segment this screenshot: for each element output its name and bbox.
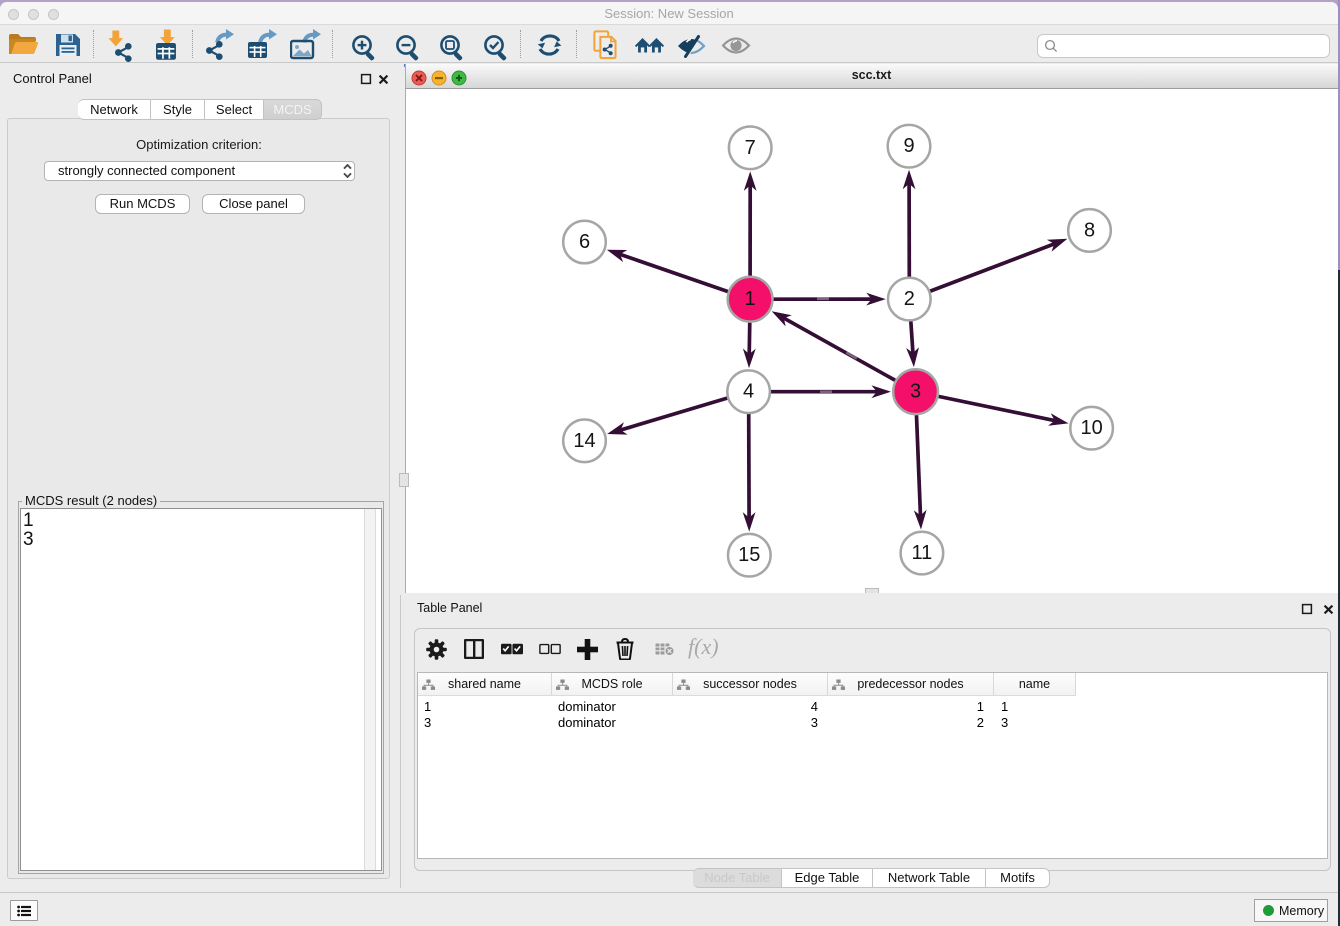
svg-text:9: 9 (903, 135, 914, 157)
svg-text:6: 6 (579, 231, 590, 253)
svg-text:2: 2 (904, 288, 915, 310)
svg-text:10: 10 (1080, 417, 1102, 439)
svg-text:15: 15 (738, 544, 760, 566)
svg-text:11: 11 (912, 542, 933, 564)
svg-text:8: 8 (1084, 219, 1095, 241)
svg-text:7: 7 (745, 137, 756, 159)
svg-text:4: 4 (743, 381, 754, 403)
svg-text:1: 1 (745, 288, 756, 310)
svg-text:14: 14 (573, 430, 595, 452)
svg-text:3: 3 (910, 381, 921, 403)
